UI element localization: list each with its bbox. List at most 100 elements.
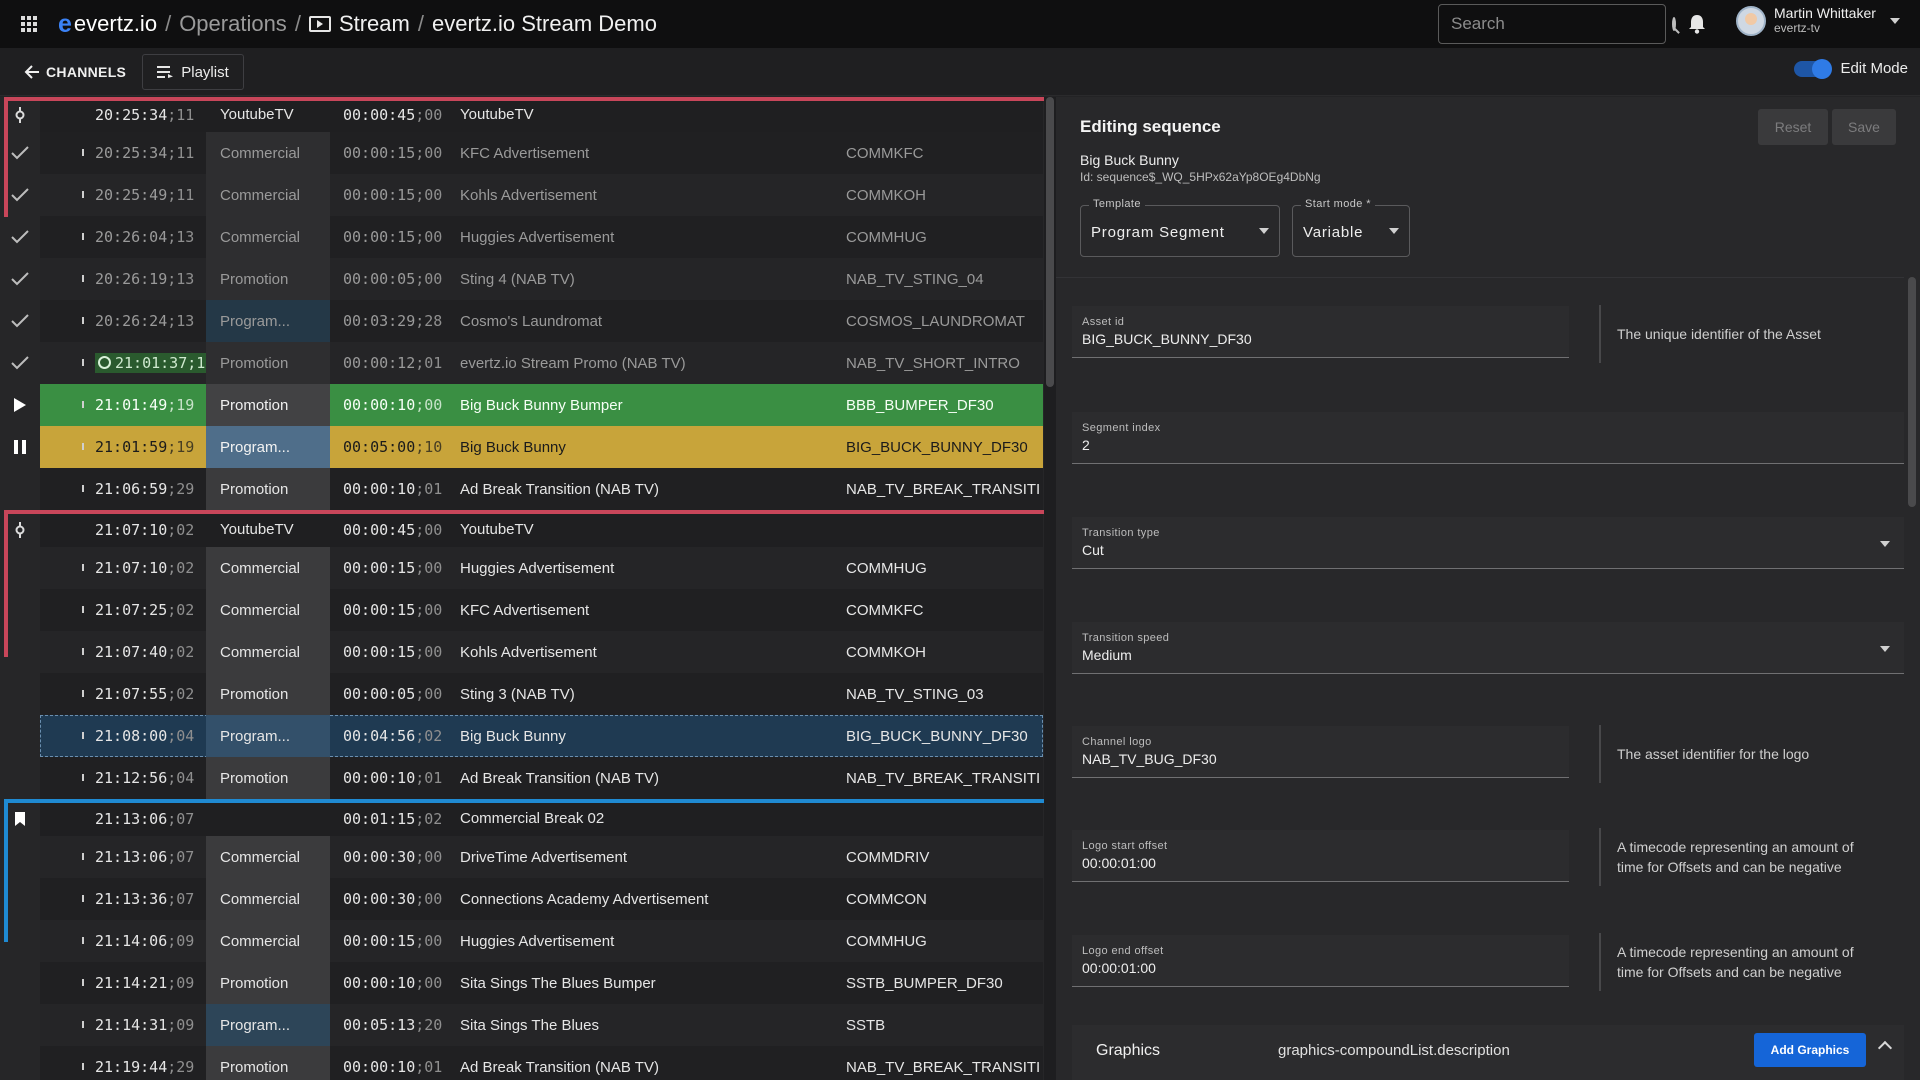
playlist-row[interactable]: 20:26:04;13 Commercial 00:00:15;00 Huggies … bbox=[11, 216, 1043, 258]
playlist-row[interactable]: 21:08:00;04 Program... 00:04:56;02 Big Buck… bbox=[40, 715, 1043, 757]
event-type: Program... bbox=[206, 426, 330, 468]
group-top-border bbox=[4, 799, 1044, 803]
event-type: Commercial bbox=[206, 216, 330, 258]
channel-logo-field[interactable]: Channel logo NAB_TV_BUG_DF30 bbox=[1072, 726, 1569, 778]
playlist-row[interactable]: 21:13:06;07 Commercial 00:00:30;00 DriveTim… bbox=[40, 836, 1043, 878]
playlist-group-header[interactable]: 21:07:10;02 YoutubeTV 00:00:45;00 YoutubeTV bbox=[15, 512, 1043, 547]
duration-value: 00:00:10 bbox=[343, 480, 416, 498]
notification-bell-icon[interactable] bbox=[1688, 14, 1706, 34]
channel-toolbar: CHANNELS Playlist Edit Mode bbox=[0, 48, 1920, 96]
expand-tick-icon bbox=[82, 149, 84, 156]
start-mode-select[interactable]: Start mode * Variable bbox=[1292, 198, 1410, 257]
asset-id: COMMHUG bbox=[846, 559, 927, 577]
asset-id: NAB_TV_SHORT_INTRO bbox=[846, 354, 1020, 372]
duration: 00:00:10;00 bbox=[343, 974, 443, 992]
playlist-row[interactable]: 21:07:55;02 Promotion 00:00:05;00 Sting 3 (… bbox=[40, 673, 1043, 715]
asset-id: COMMKOH bbox=[846, 643, 926, 661]
playlist-row[interactable]: 21:12:56;04 Promotion 00:00:10;01 Ad Break … bbox=[40, 757, 1043, 799]
expand-tick-icon bbox=[82, 191, 84, 198]
event-title: Ad Break Transition (NAB TV) bbox=[460, 769, 659, 787]
segment-index-field[interactable]: Segment index 2 bbox=[1072, 412, 1904, 464]
duration: 00:00:10;00 bbox=[343, 396, 443, 414]
playlist-row[interactable]: 21:06:59;29 Promotion 00:00:10;01 Ad Break … bbox=[40, 468, 1043, 510]
logo-start-offset-field[interactable]: Logo start offset 00:00:01:00 bbox=[1072, 830, 1569, 882]
back-to-channels-button[interactable]: CHANNELS bbox=[24, 58, 126, 86]
graphics-title: Graphics bbox=[1096, 1042, 1161, 1059]
chevron-down-icon bbox=[1889, 18, 1900, 24]
asset-id: BIG_BUCK_BUNNY_DF30 bbox=[846, 438, 1028, 456]
logo-start-offset-help: A timecode representing an amount of tim… bbox=[1599, 828, 1879, 886]
asset-id: COSMOS_LAUNDROMAT bbox=[846, 312, 1025, 330]
segment-index-value[interactable]: 2 bbox=[1082, 437, 1090, 453]
asset-id-field[interactable]: Asset id BIG_BUCK_BUNNY_DF30 bbox=[1072, 306, 1569, 358]
start-time-frames: ;02 bbox=[167, 643, 195, 661]
edit-mode-switch[interactable] bbox=[1794, 58, 1833, 79]
playlist-row[interactable]: 21:14:06;09 Commercial 00:00:15;00 Huggies … bbox=[40, 920, 1043, 962]
save-button[interactable]: Save bbox=[1832, 109, 1896, 145]
playlist-row[interactable]: 21:07:10;02 Commercial 00:00:15;00 Huggies … bbox=[40, 547, 1043, 589]
start-time: 21:07:25;02 bbox=[95, 601, 215, 619]
user-menu[interactable]: Martin Whittaker evertz-tv bbox=[1736, 6, 1900, 36]
transition-type-select[interactable]: Transition type Cut bbox=[1072, 517, 1904, 569]
add-graphics-button[interactable]: Add Graphics bbox=[1754, 1033, 1866, 1067]
search-icon[interactable] bbox=[1672, 17, 1676, 31]
start-time-value: 20:26:04 bbox=[95, 228, 168, 246]
playlist-row[interactable]: 21:13:36;07 Commercial 00:00:30;00 Connecti… bbox=[40, 878, 1043, 920]
event-type: Commercial bbox=[206, 920, 330, 962]
playlist-row[interactable]: 21:19:44;29 Promotion 00:00:10;01 Ad Break … bbox=[40, 1046, 1043, 1080]
logo-start-offset-value[interactable]: 00:00:01:00 bbox=[1082, 855, 1156, 871]
playlist-row[interactable]: 21:14:31;09 Program... 00:05:13;20 Sita Sin… bbox=[40, 1004, 1043, 1046]
duration: 00:00:10;01 bbox=[343, 1058, 443, 1076]
playlist-row[interactable]: 20:26:24;13 Program... 00:03:29;28 Cosmo's … bbox=[11, 300, 1043, 342]
expand-tick-icon bbox=[82, 732, 84, 739]
graphics-section-header[interactable]: Graphics graphics-compoundList.descripti… bbox=[1072, 1025, 1904, 1080]
transition-speed-select[interactable]: Transition speed Medium bbox=[1072, 622, 1904, 674]
playlist-row[interactable]: 21:07:25;02 Commercial 00:00:15;00 KFC Adve… bbox=[40, 589, 1043, 631]
duration-frames: ;00 bbox=[415, 270, 443, 288]
template-select[interactable]: Template Program Segment bbox=[1080, 198, 1280, 257]
playlist-row[interactable]: 20:25:49;11 Commercial 00:00:15;00 Kohls Ad… bbox=[11, 174, 1043, 216]
panel-scrollbar-thumb[interactable] bbox=[1908, 277, 1916, 507]
playlist-row[interactable]: 20:26:19;13 Promotion 00:00:05;00 Sting 4 (… bbox=[11, 258, 1043, 300]
expand-tick-icon bbox=[82, 401, 84, 408]
playlist-row[interactable]: 21:01:49;19 Promotion 00:00:10;00 Big Buck … bbox=[14, 384, 1043, 426]
playlist-group-header[interactable]: 21:13:06;07 00:01:15;02 Commercial Break 0… bbox=[15, 801, 1043, 836]
search-box[interactable] bbox=[1438, 4, 1676, 44]
playlist-button[interactable]: Playlist bbox=[142, 54, 244, 90]
event-title: Big Buck Bunny bbox=[460, 727, 566, 745]
playlist-row[interactable]: 21:01:59;19 Program... 00:05:00;10 Big Buck… bbox=[14, 426, 1043, 468]
expand-tick-icon bbox=[82, 937, 84, 944]
channel-logo-value[interactable]: NAB_TV_BUG_DF30 bbox=[1082, 751, 1217, 767]
chevron-up-icon[interactable] bbox=[1877, 1040, 1893, 1056]
playlist-group-header[interactable]: 20:25:34;11 YoutubeTV 00:00:45;00 YoutubeTV bbox=[15, 97, 1043, 132]
logo-end-offset-value[interactable]: 00:00:01:00 bbox=[1082, 960, 1156, 976]
start-time-value: 20:25:34 bbox=[95, 144, 168, 162]
user-org: evertz-tv bbox=[1774, 21, 1821, 35]
playlist-row[interactable]: 20:25:34;11 Commercial 00:00:15;00 KFC Adve… bbox=[11, 132, 1043, 174]
breadcrumb-operations[interactable]: Operations bbox=[179, 11, 287, 37]
playlist-row[interactable]: 21:07:40;02 Commercial 00:00:15;00 Kohls Ad… bbox=[40, 631, 1043, 673]
start-time-value: 20:25:34 bbox=[95, 105, 168, 124]
apps-grid-icon[interactable] bbox=[0, 0, 58, 48]
start-time: 20:26:19;13 bbox=[95, 270, 215, 288]
start-time-frames: ;02 bbox=[167, 520, 195, 539]
search-input[interactable] bbox=[1451, 14, 1672, 34]
breadcrumb-stream[interactable]: Stream bbox=[339, 11, 410, 37]
playlist-scrollbar-thumb[interactable] bbox=[1046, 97, 1054, 387]
logo-end-offset-label: Logo end offset bbox=[1082, 945, 1164, 957]
logo-end-offset-field[interactable]: Logo end offset 00:00:01:00 bbox=[1072, 935, 1569, 987]
brand-logo[interactable]: e evertz.io bbox=[58, 10, 157, 39]
start-time-frames: ;09 bbox=[167, 1016, 195, 1034]
asset-id-value[interactable]: BIG_BUCK_BUNNY_DF30 bbox=[1082, 331, 1252, 347]
event-title: Sting 4 (NAB TV) bbox=[460, 270, 575, 288]
playlist-row[interactable]: 21:01:37;18 Promotion 00:00:12;01 evertz.io… bbox=[11, 342, 1043, 384]
start-time-frames: ;29 bbox=[167, 1058, 195, 1076]
chevron-down-icon bbox=[1880, 646, 1890, 652]
chevron-down-icon bbox=[1880, 541, 1890, 547]
reset-button[interactable]: Reset bbox=[1758, 109, 1828, 145]
asset-id-help: The unique identifier of the Asset bbox=[1599, 305, 1879, 363]
playlist-row[interactable]: 21:14:21;09 Promotion 00:00:10;00 Sita Sing… bbox=[40, 962, 1043, 1004]
start-time-value: 21:14:06 bbox=[95, 932, 168, 950]
panel-title: Editing sequence bbox=[1080, 117, 1221, 136]
edit-mode-toggle[interactable]: Edit Mode bbox=[1794, 58, 1908, 79]
